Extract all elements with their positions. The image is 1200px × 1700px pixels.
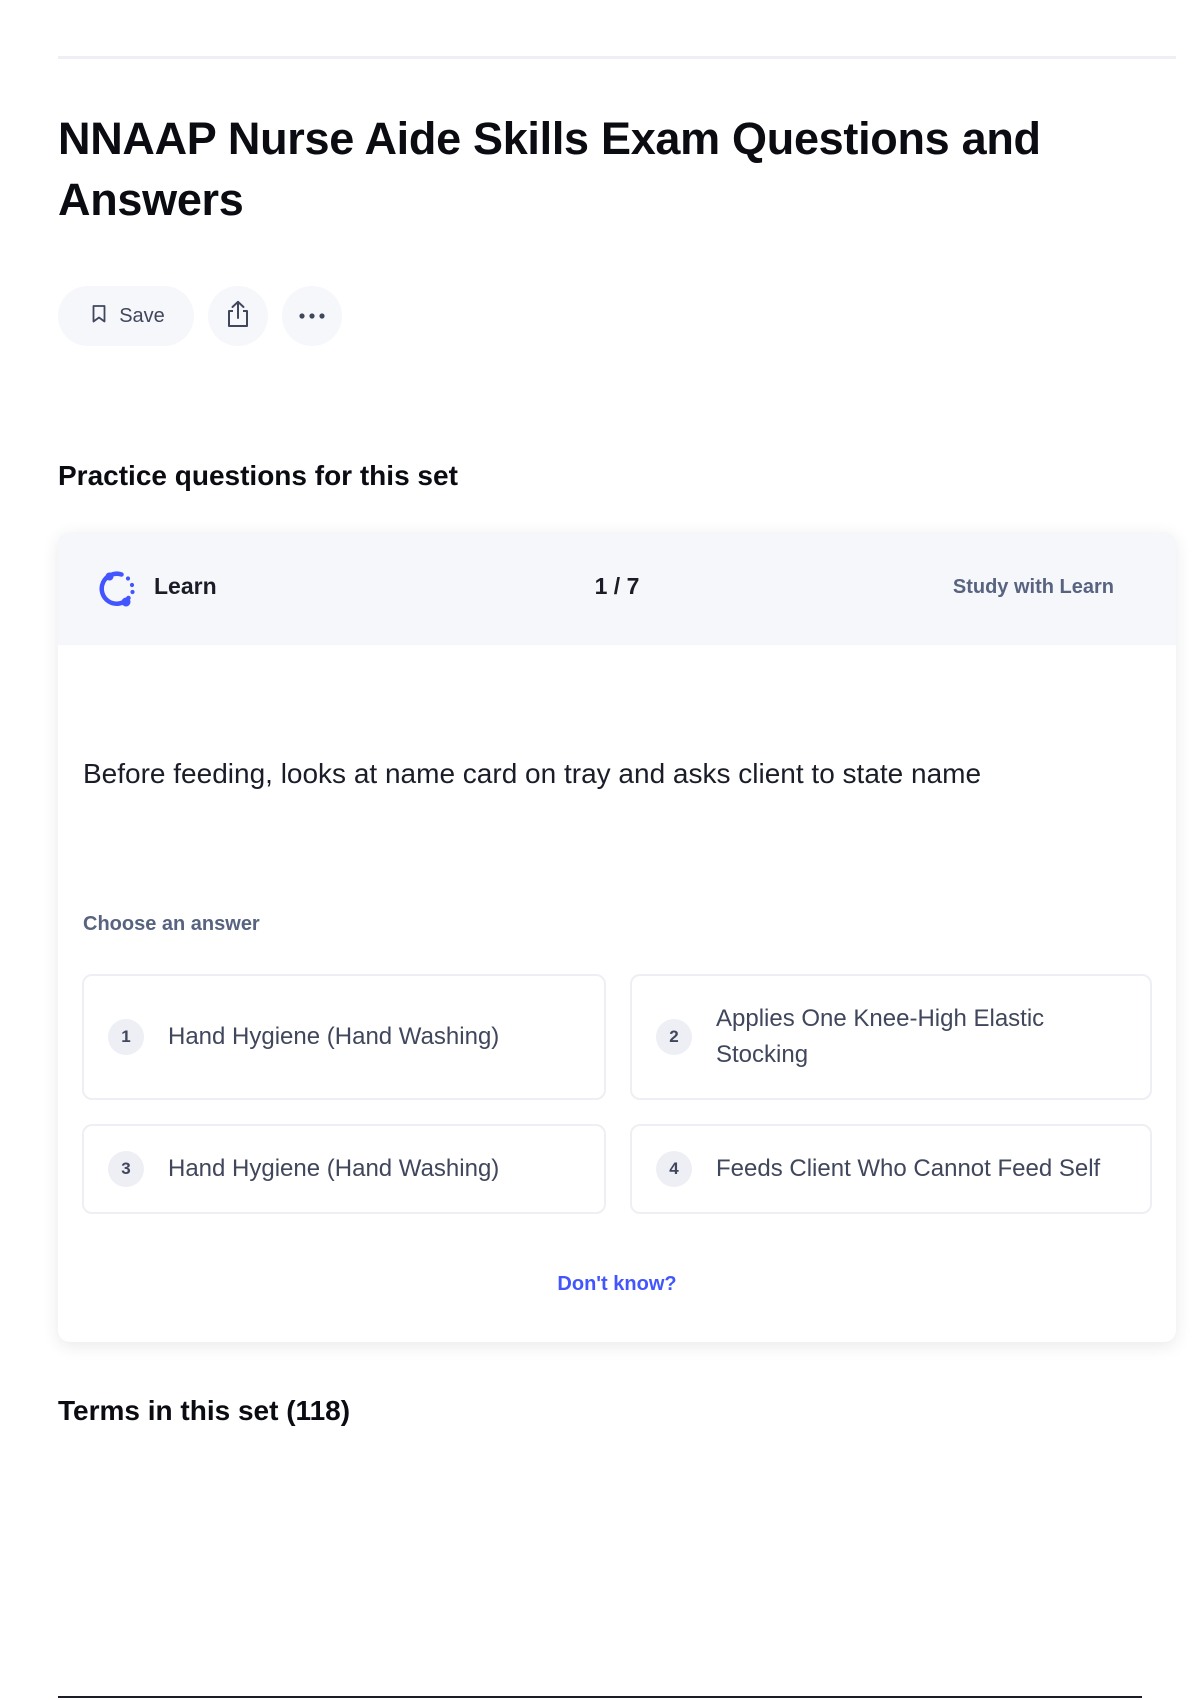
answer-text: Hand Hygiene (Hand Washing) (168, 1155, 500, 1182)
answer-option-3[interactable]: 3 Hand Hygiene (Hand Washing) (82, 1124, 606, 1214)
answer-option-1[interactable]: 1 Hand Hygiene (Hand Washing) (82, 974, 606, 1100)
save-button[interactable]: Save (58, 286, 194, 346)
bookmark-icon (91, 304, 107, 329)
choose-answer-label: Choose an answer (83, 913, 260, 935)
bottom-divider (58, 1696, 1142, 1698)
answer-number-badge: 1 (108, 1019, 144, 1055)
page-title: NNAAP Nurse Aide Skills Exam Questions a… (58, 113, 1041, 225)
study-with-learn-link[interactable]: Study with Learn (953, 576, 1114, 599)
answer-text: Hand Hygiene (Hand Washing) (168, 1023, 500, 1050)
action-bar: Save (58, 286, 342, 346)
answer-option-2[interactable]: 2 Applies One Knee-High Elastic Stocking (630, 974, 1152, 1100)
save-label: Save (119, 304, 165, 327)
dont-know-button[interactable]: Don't know? (58, 1273, 1176, 1296)
answer-text: Applies One Knee-High Elastic Stocking (716, 1005, 1045, 1068)
answer-text: Feeds Client Who Cannot Feed Self (716, 1155, 1101, 1182)
answer-number-badge: 4 (656, 1151, 692, 1187)
more-icon (298, 307, 326, 325)
answer-option-4[interactable]: 4 Feeds Client Who Cannot Feed Self (630, 1124, 1152, 1214)
practice-heading: Practice questions for this set (58, 460, 458, 491)
more-options-button[interactable] (282, 286, 342, 346)
answer-number-badge: 3 (108, 1151, 144, 1187)
learn-card-header: Learn 1 / 7 Study with Learn (58, 532, 1176, 645)
answer-number-badge: 2 (656, 1019, 692, 1055)
top-divider (58, 56, 1176, 59)
share-button[interactable] (208, 286, 268, 346)
terms-heading: Terms in this set (118) (58, 1395, 351, 1426)
learn-card: Learn 1 / 7 Study with Learn Before feed… (58, 532, 1176, 1342)
share-icon (224, 299, 252, 334)
question-text: Before feeding, looks at name card on tr… (83, 758, 982, 789)
